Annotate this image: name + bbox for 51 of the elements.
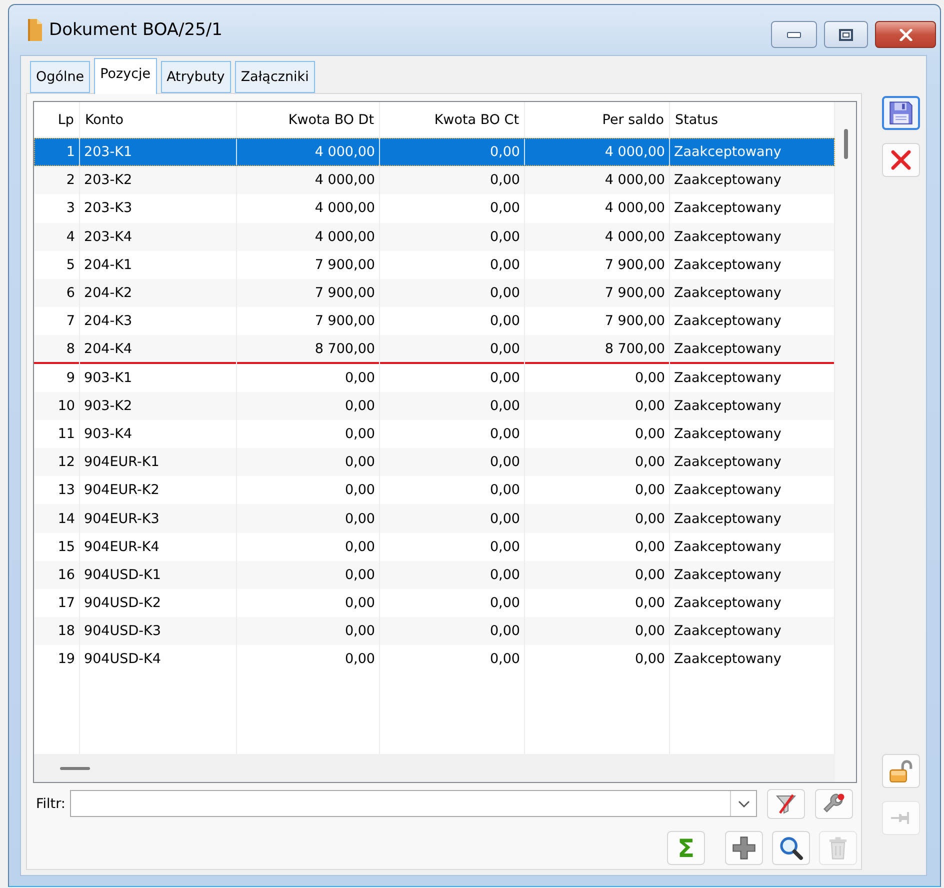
plus-icon [731, 835, 757, 861]
horizontal-scrollbar[interactable] [34, 754, 835, 782]
table-cell: 0,00 [380, 645, 525, 674]
table-row[interactable]: 18 904USD-K3 0,00 0,00 0,00 Zaakceptowany [34, 617, 835, 646]
funnel-slash-icon [774, 792, 798, 816]
clear-filter-button[interactable] [767, 788, 806, 818]
scroll-thumb[interactable] [844, 129, 848, 159]
table-row[interactable]: 2 203-K2 4 000,00 0,00 4 000,00 Zaakceptowany [34, 166, 835, 194]
minimize-button[interactable] [771, 21, 817, 48]
cross-icon [889, 148, 913, 172]
window-title: Dokument BOA/25/1 [49, 20, 222, 40]
filter-settings-button[interactable] [815, 788, 854, 818]
document-icon [28, 19, 42, 41]
table-cell: 19 [34, 645, 80, 674]
table-cell: 0,00 [237, 645, 380, 674]
table-row[interactable]: 6 204-K2 7 900,00 0,00 7 900,00 Zaakceptowany [34, 278, 835, 308]
chevron-down-icon [738, 800, 750, 808]
table-row[interactable]: 15 904EUR-K4 0,00 0,00 0,00 Zaakceptowany [34, 532, 835, 561]
cancel-button[interactable] [882, 143, 920, 177]
open-padlock-icon [888, 758, 914, 784]
close-icon [898, 28, 912, 40]
minimize-icon [787, 32, 801, 38]
restore-icon [839, 28, 853, 40]
tab[interactable]: Atrybuty [160, 61, 231, 93]
add-button[interactable] [725, 831, 763, 865]
tab[interactable]: Załączniki [234, 61, 315, 93]
table-row[interactable]: 8 204-K4 8 700,00 0,00 8 700,00 Zaakceptowany [34, 335, 835, 364]
maximize-button[interactable] [824, 21, 868, 48]
scroll-thumb[interactable] [60, 766, 90, 770]
table-row[interactable]: 12 904EUR-K1 0,00 0,00 0,00 Zaakceptowany [34, 448, 835, 476]
table-row[interactable]: 13 904EUR-K2 0,00 0,00 0,00 Zaakceptowany [34, 476, 835, 504]
table-row[interactable]: 14 904EUR-K3 0,00 0,00 0,00 Zaakceptowany [34, 504, 835, 533]
table-row[interactable]: 7 204-K3 7 900,00 0,00 7 900,00 Zaakceptowany [34, 307, 835, 336]
search-icon [778, 835, 804, 861]
table-row[interactable]: 10 903-K2 0,00 0,00 0,00 Zaakceptowany [34, 392, 835, 420]
table-cell: 0,00 [525, 645, 670, 674]
save-button[interactable] [882, 96, 920, 130]
tab[interactable]: Pozycje [94, 58, 157, 94]
table-row[interactable]: 9 903-K1 0,00 0,00 0,00 Zaakceptowany [34, 364, 835, 392]
vertical-scrollbar[interactable] [835, 102, 856, 782]
tab[interactable]: Ogólne [30, 61, 90, 93]
unlock-button[interactable] [882, 754, 920, 788]
table-row[interactable]: 1 203-K1 4 000,00 0,00 4 000,00 Zaakceptowany [34, 138, 835, 166]
preview-button[interactable] [772, 831, 810, 865]
filter-field[interactable] [70, 790, 758, 817]
table-cell: 904USD-K4 [80, 645, 237, 674]
table-row[interactable]: 16 904USD-K1 0,00 0,00 0,00 Zaakceptowany [34, 560, 835, 589]
sum-button[interactable]: Σ [667, 831, 705, 865]
table-row[interactable]: 4 203-K4 4 000,00 0,00 4 000,00 Zaakceptowany [34, 222, 835, 251]
filter-label: Filtr: [36, 796, 66, 812]
close-button[interactable] [875, 21, 936, 48]
